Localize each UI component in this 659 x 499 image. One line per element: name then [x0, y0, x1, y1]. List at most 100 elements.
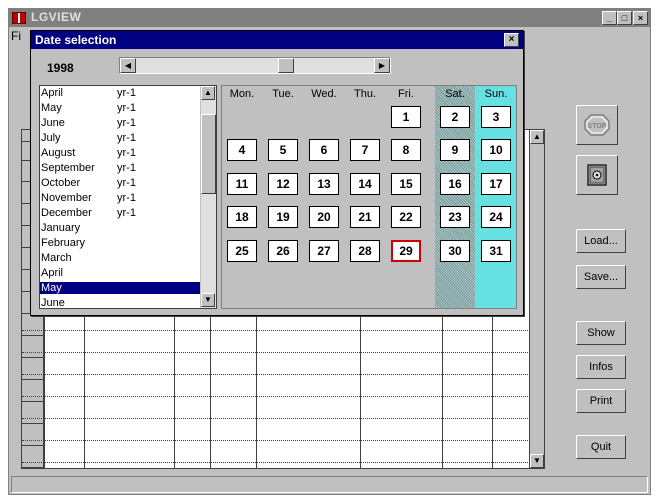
month-name: February — [41, 237, 86, 249]
stop-button[interactable]: STOP — [576, 105, 618, 145]
day-cell[interactable]: 8 — [391, 139, 421, 161]
weekday-label: Mon. — [229, 88, 255, 100]
month-year-offset: yr-1 — [117, 177, 136, 189]
row-header[interactable] — [22, 402, 44, 424]
year-scrollbar[interactable]: ◀ ▶ — [119, 57, 391, 74]
month-name: December — [41, 207, 92, 219]
row-header[interactable] — [22, 424, 44, 446]
row-header[interactable] — [22, 446, 44, 468]
month-year-offset: yr-1 — [117, 147, 136, 159]
quit-button-label: Quit — [590, 441, 612, 453]
list-scroll-up-arrow-icon[interactable]: ▲ — [201, 86, 215, 100]
day-cell[interactable]: 11 — [227, 173, 257, 195]
month-item[interactable]: June — [40, 297, 200, 308]
day-cell[interactable]: 12 — [268, 173, 298, 195]
row-header[interactable] — [22, 380, 44, 402]
month-item[interactable]: February — [40, 237, 200, 249]
row-header[interactable] — [22, 336, 44, 358]
day-cell[interactable]: 30 — [440, 240, 470, 262]
day-cell-today[interactable]: 29 — [391, 240, 421, 262]
month-name: May — [41, 102, 62, 114]
month-item[interactable]: October yr-1 — [40, 177, 200, 189]
day-cell[interactable]: 21 — [350, 206, 380, 228]
day-cell[interactable]: 14 — [350, 173, 380, 195]
day-cell[interactable]: 13 — [309, 173, 339, 195]
month-item[interactable]: January — [40, 222, 200, 234]
list-scroll-down-arrow-icon[interactable]: ▼ — [201, 293, 215, 307]
main-titlebar[interactable]: LGVIEW _ □ × — [9, 9, 650, 27]
row-header[interactable] — [22, 358, 44, 380]
month-item[interactable]: November yr-1 — [40, 192, 200, 204]
day-cell[interactable]: 4 — [227, 139, 257, 161]
load-button[interactable]: Load... — [576, 229, 626, 253]
month-name: May — [41, 282, 62, 294]
month-list[interactable]: April yr-1 May yr-1 June yr-1 July yr-1 August yr… — [39, 85, 217, 309]
stop-sign-icon: STOP — [584, 114, 610, 136]
month-item[interactable]: December yr-1 — [40, 207, 200, 219]
row-header[interactable] — [22, 314, 44, 336]
show-button[interactable]: Show — [576, 321, 626, 345]
month-name: July — [41, 132, 61, 144]
dialog-titlebar[interactable]: Date selection × — [31, 31, 523, 49]
safe-button[interactable] — [576, 155, 618, 195]
month-item[interactable]: June yr-1 — [40, 117, 200, 129]
month-item[interactable]: March — [40, 252, 200, 264]
day-cell[interactable]: 20 — [309, 206, 339, 228]
year-next-arrow-icon[interactable]: ▶ — [374, 58, 390, 73]
month-name: September — [41, 162, 95, 174]
list-scroll-thumb[interactable] — [201, 114, 216, 194]
quit-button[interactable]: Quit — [576, 435, 626, 459]
grid-vertical-scrollbar[interactable]: ▲ ▼ — [529, 129, 545, 469]
month-list-scrollbar[interactable]: ▲ ▼ — [200, 86, 216, 308]
save-button-label: Save... — [583, 271, 619, 283]
day-cell[interactable]: 25 — [227, 240, 257, 262]
month-year-offset: yr-1 — [117, 102, 136, 114]
month-year-offset: yr-1 — [117, 162, 136, 174]
weekday-label: Fri. — [398, 88, 414, 100]
month-name: January — [41, 222, 81, 234]
dialog-close-button[interactable]: × — [504, 33, 519, 47]
year-prev-arrow-icon[interactable]: ◀ — [120, 58, 136, 73]
day-cell[interactable]: 7 — [350, 139, 380, 161]
save-button[interactable]: Save... — [576, 265, 626, 289]
day-cell[interactable]: 6 — [309, 139, 339, 161]
day-cell[interactable]: 26 — [268, 240, 298, 262]
day-cell[interactable]: 28 — [350, 240, 380, 262]
day-cell[interactable]: 9 — [440, 139, 470, 161]
day-cell[interactable]: 2 — [440, 106, 470, 128]
day-cell[interactable]: 3 — [481, 106, 511, 128]
month-item[interactable]: April yr-1 — [40, 87, 200, 99]
day-cell[interactable]: 24 — [481, 206, 511, 228]
month-item[interactable]: August yr-1 — [40, 147, 200, 159]
day-cell[interactable]: 22 — [391, 206, 421, 228]
maximize-button[interactable]: □ — [617, 11, 632, 25]
close-button[interactable]: × — [633, 11, 648, 25]
scroll-up-arrow-icon[interactable]: ▲ — [530, 130, 544, 144]
infos-button[interactable]: Infos — [576, 355, 626, 379]
month-name: August — [41, 147, 76, 159]
weekday-label: Thu. — [353, 88, 376, 100]
day-cell[interactable]: 31 — [481, 240, 511, 262]
day-cell[interactable]: 19 — [268, 206, 298, 228]
day-cell[interactable]: 15 — [391, 173, 421, 195]
year-scroll-thumb[interactable] — [278, 58, 294, 73]
day-cell[interactable]: 18 — [227, 206, 257, 228]
month-year-offset: yr-1 — [117, 132, 136, 144]
day-cell[interactable]: 17 — [481, 173, 511, 195]
day-cell[interactable]: 5 — [268, 139, 298, 161]
month-item[interactable]: April — [40, 267, 200, 279]
day-cell[interactable]: 10 — [481, 139, 511, 161]
minimize-button[interactable]: _ — [602, 11, 617, 25]
month-item[interactable]: September yr-1 — [40, 162, 200, 174]
print-button[interactable]: Print — [576, 389, 626, 413]
file-menu[interactable]: Fi — [11, 29, 21, 43]
day-cell[interactable]: 23 — [440, 206, 470, 228]
month-item[interactable]: May — [40, 282, 200, 294]
month-name: June — [41, 117, 65, 129]
day-cell[interactable]: 16 — [440, 173, 470, 195]
day-cell[interactable]: 27 — [309, 240, 339, 262]
month-item[interactable]: July yr-1 — [40, 132, 200, 144]
day-cell[interactable]: 1 — [391, 106, 421, 128]
month-item[interactable]: May yr-1 — [40, 102, 200, 114]
scroll-down-arrow-icon[interactable]: ▼ — [530, 454, 544, 468]
